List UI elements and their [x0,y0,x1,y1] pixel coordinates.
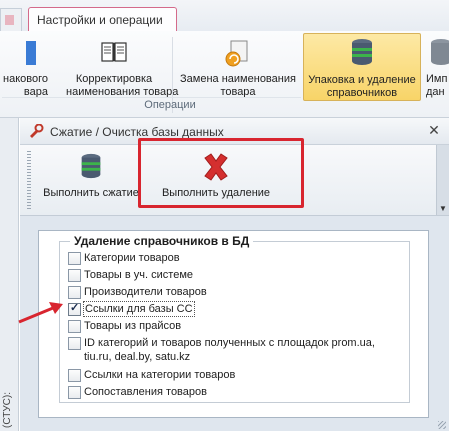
compress-button[interactable]: Выполнить сжатие [38,149,144,209]
database-icon [352,39,372,65]
database-icon [81,153,101,179]
ribbon-tab-bar: Настройки и операции [0,0,449,32]
replace-icon [225,40,248,67]
delete-button-highlight [138,138,304,208]
checkbox[interactable] [68,269,81,282]
window-title: Сжатие / Очистка базы данных [50,125,224,139]
database-icon [431,39,449,65]
resize-grip[interactable] [438,421,446,429]
ribbon-panel: накового вара Корректировка наименования т… [0,31,449,118]
button-label: накового [3,73,48,85]
left-panel-strip: (СТУС): [0,118,19,431]
content-panel: Удаление справочников в БД Категории тов… [38,230,429,418]
checkbox[interactable] [68,337,81,350]
compress-label: Выполнить сжатие [43,187,139,199]
book-icon [101,42,127,62]
checkbox-label: Сопоставления товаров [84,386,207,398]
status-label: (СТУС): [2,391,13,428]
checkmark-icon: ✓ [70,302,80,314]
checkbox[interactable] [68,252,81,265]
checkbox-label: Категории товаров [84,252,180,264]
pointer-arrow-icon [18,302,63,324]
checkbox-label: Товары в уч. системе [84,269,193,281]
button-label: дан [426,86,445,98]
checkbox[interactable] [68,386,81,399]
button-label: Упаковка и удаление [308,74,416,86]
pack-delete-references-button[interactable]: Упаковка и удаление справочников [303,33,421,101]
checkbox[interactable] [68,369,81,382]
checkbox-label: Товары из прайсов [84,320,182,332]
group-divider [2,97,301,98]
correct-product-name-button[interactable]: Корректировка наименования товара [66,35,178,99]
import-data-button[interactable]: Имп дан [422,35,449,99]
checkbox-checked[interactable]: ✓ [68,302,81,316]
tab-color-marker [5,15,14,25]
ribbon-button-partial-left[interactable]: накового вара [0,35,50,99]
tab-previous[interactable] [0,8,22,31]
checkbox-label: ID категорий и товаров полученных с площ… [84,336,375,364]
wrench-icon [30,124,44,138]
document-icon [26,41,36,65]
checkbox[interactable] [68,286,81,299]
button-label: справочников [326,87,398,99]
checkbox-label: Ссылки на категории товаров [84,369,236,381]
close-button[interactable]: ✕ [425,121,443,139]
checkbox-label: Ссылки для базы СС [83,301,195,317]
button-label: Имп [426,73,448,85]
group-title: Удаление справочников в БД [70,234,254,248]
ribbon-group-label: Операции [144,99,196,111]
tab-settings-operations[interactable]: Настройки и операции [28,7,177,32]
button-label: Корректировка [75,73,153,85]
references-groupbox: Удаление справочников в БД Категории тов… [59,234,410,403]
checkbox-label: Производители товаров [84,286,207,298]
toolbar-overflow[interactable]: ▼ [436,145,449,215]
checkbox-label-line: ID категорий и товаров полученных с площ… [84,337,375,349]
compress-clean-database-window: Сжатие / Очистка базы данных ✕ Выполнить… [20,118,449,431]
checkbox-label-line: tiu.ru, deal.by, satu.kz [84,351,191,363]
chevron-down-icon: ▼ [439,204,447,213]
checkbox[interactable] [68,320,81,333]
replace-product-name-button[interactable]: Замена наименования товара [176,35,300,99]
toolbar-grip[interactable] [27,151,31,211]
button-label: Замена наименования [180,73,296,85]
